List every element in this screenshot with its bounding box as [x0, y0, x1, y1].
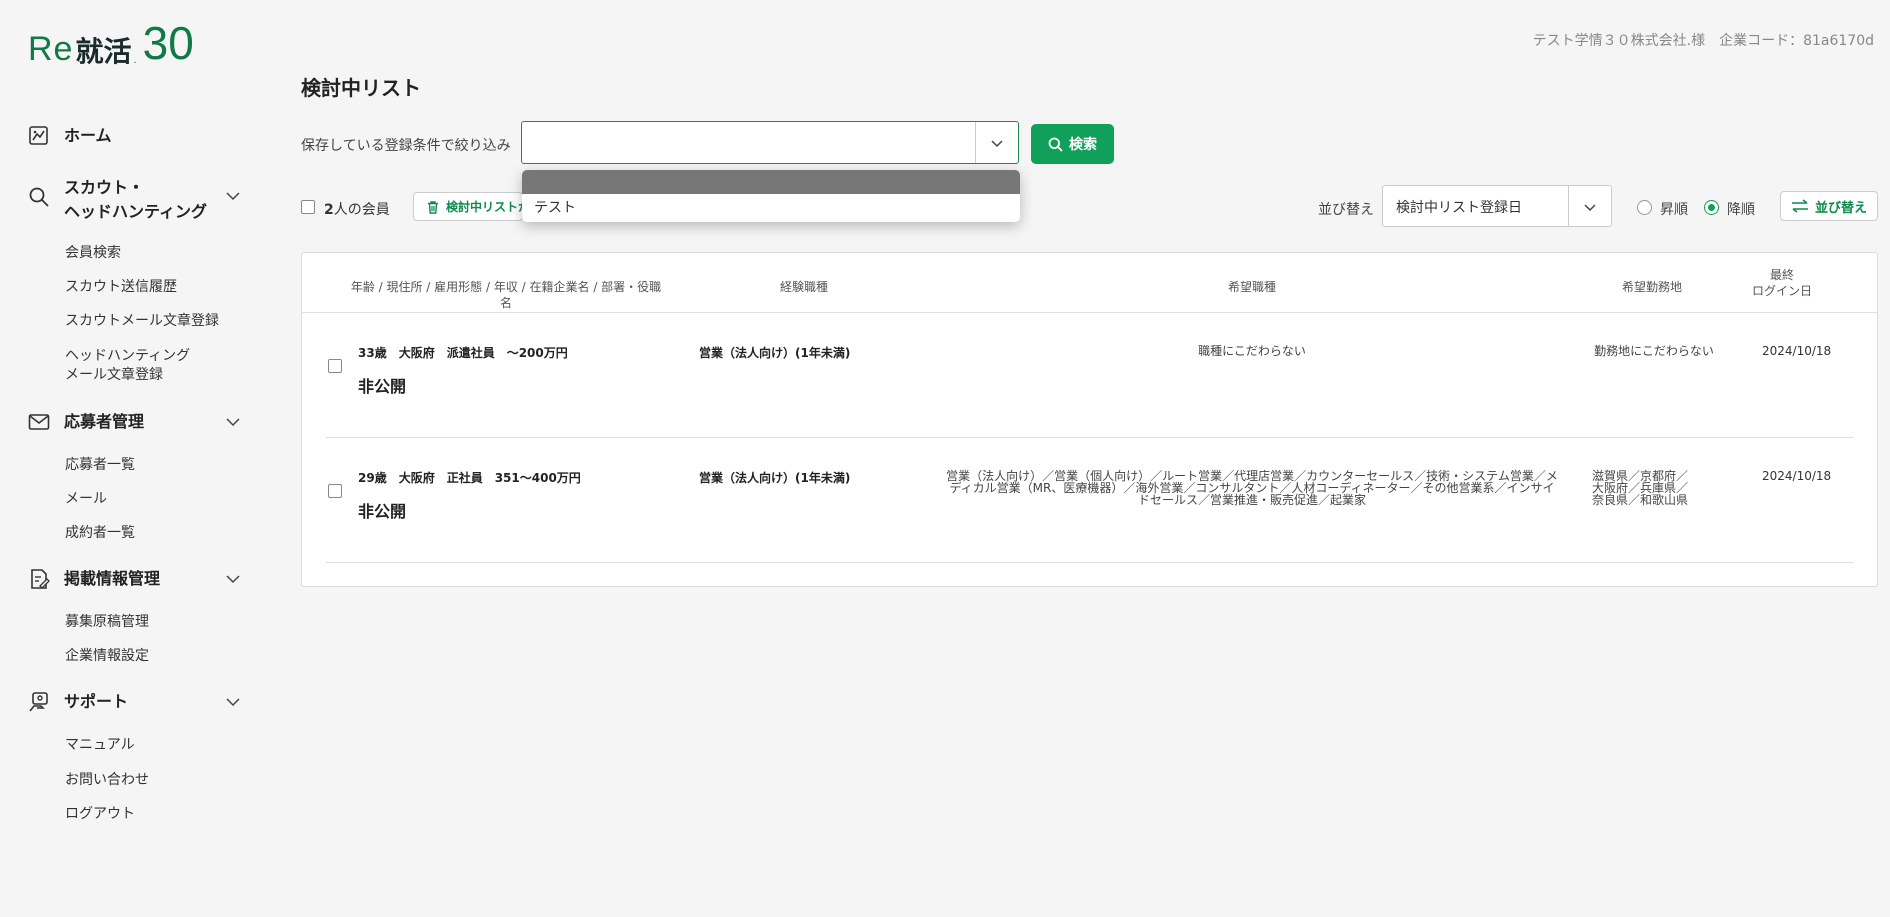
- chevron-down-icon[interactable]: [226, 572, 240, 586]
- row-checkbox[interactable]: [328, 484, 342, 498]
- header-profile: 年齢 / 現住所 / 雇用形態 / 年収 / 在籍企業名 / 部署・役職名: [350, 280, 662, 310]
- edit-document-icon: [31, 569, 50, 589]
- saved-condition-dropdown: テスト: [522, 170, 1020, 222]
- dropdown-option-empty[interactable]: [522, 170, 1020, 194]
- select-divider: [1568, 186, 1569, 226]
- row-last-login: 2024/10/18: [1762, 469, 1832, 483]
- sort-desc-label: 降順: [1727, 202, 1755, 218]
- row-desired-job: 職種にこだわらない: [1198, 344, 1306, 358]
- sidebar-item-mail[interactable]: メール: [65, 490, 225, 509]
- row-name[interactable]: 非公開: [358, 373, 406, 397]
- sidebar-item-headhunting-mail-template[interactable]: ヘッドハンティングメール文章登録: [65, 347, 193, 385]
- row-summary: 33歳 大阪府 派遣社員 ～200万円: [358, 346, 568, 360]
- saved-condition-select[interactable]: [521, 121, 1019, 164]
- sidebar-item-contact[interactable]: お問い合わせ: [65, 771, 225, 790]
- sidebar-item-company-settings[interactable]: 企業情報設定: [65, 647, 225, 666]
- sidebar-item-scout-mail-template[interactable]: スカウトメール文章登録: [65, 312, 225, 331]
- nav-listing[interactable]: 掲載情報管理: [28, 567, 240, 591]
- row-desired-location: 滋賀県／京都府／大阪府／兵庫県／奈良県／和歌山県: [1592, 469, 1689, 507]
- sidebar-item-applicant-list[interactable]: 応募者一覧: [65, 456, 225, 475]
- swap-arrows-icon: [1791, 199, 1808, 213]
- nav-listing-label: 掲載情報管理: [64, 569, 161, 588]
- nav-applicants-label: 応募者管理: [64, 412, 145, 431]
- sidebar-item-logout[interactable]: ログアウト: [65, 805, 225, 824]
- row-divider: [326, 437, 1853, 438]
- page-title: 検討中リスト: [301, 76, 421, 100]
- sort-asc-radio[interactable]: [1637, 200, 1652, 215]
- logo-kj: 就活: [75, 35, 132, 68]
- nav-support[interactable]: サポート: [28, 690, 240, 714]
- chevron-down-icon[interactable]: [1583, 200, 1597, 214]
- select-all-checkbox[interactable]: [301, 200, 315, 214]
- remove-from-list-button[interactable]: 検討中リストから削除: [413, 192, 523, 221]
- row-name[interactable]: 非公開: [358, 498, 406, 522]
- chevron-down-icon[interactable]: [226, 189, 240, 203]
- sort-label: 並び替え: [1318, 202, 1374, 218]
- row-desired-location: 勤務地にこだわらない: [1594, 344, 1714, 358]
- header-last-login-line1: 最終: [1769, 268, 1794, 282]
- header-desired-job: 希望職種: [1227, 280, 1276, 294]
- row-last-login: 2024/10/18: [1762, 344, 1832, 358]
- search-icon: [29, 187, 49, 207]
- sort-select-value: 検討中リスト登録日: [1396, 200, 1522, 216]
- select-divider: [975, 122, 976, 163]
- sidebar: Re 就活 . 30 ホーム スカウト・ ヘッドハンティング 会員検索 スカウト…: [2, 0, 272, 917]
- home-dashboard-icon: [29, 126, 48, 145]
- logo-re: Re: [28, 30, 74, 68]
- trash-icon: [428, 200, 438, 214]
- row-experience: 営業（法人向け）(1年未満): [699, 346, 851, 360]
- logo[interactable]: Re 就活 . 30: [28, 16, 194, 66]
- nav-scout-label-line2: ヘッドハンティング: [64, 202, 208, 221]
- remove-button-label: 検討中リストから削除: [446, 200, 522, 214]
- sort-desc-radio[interactable]: [1704, 200, 1719, 215]
- sidebar-item-contracted-list[interactable]: 成約者一覧: [65, 524, 225, 543]
- sidebar-item-recruitment-drafts[interactable]: 募集原稿管理: [65, 613, 225, 632]
- sidebar-item-member-search[interactable]: 会員検索: [65, 244, 225, 263]
- chevron-down-icon[interactable]: [990, 136, 1004, 150]
- header-last-login: 最終 ログイン日: [1742, 267, 1822, 299]
- nav-support-label: サポート: [64, 692, 129, 711]
- company-info: テスト学情３０株式会社.様 企業コード：81a6170d: [1532, 33, 1874, 49]
- logo-num: 30: [142, 17, 194, 69]
- filter-label: 保存している登録条件で絞り込み: [301, 138, 511, 154]
- members-count-label: 2人の会員: [324, 199, 390, 219]
- nav-scout[interactable]: スカウト・ ヘッドハンティング: [28, 176, 240, 224]
- sort-asc-label: 昇順: [1660, 202, 1688, 218]
- header-desired-location: 希望勤務地: [1621, 280, 1682, 294]
- header-divider: [302, 312, 1877, 313]
- header-last-login-line2: ログイン日: [1751, 284, 1812, 298]
- search-button[interactable]: 検索: [1031, 124, 1114, 164]
- nav-home-label: ホーム: [64, 126, 112, 145]
- chevron-down-icon[interactable]: [226, 415, 240, 429]
- search-icon: [1048, 137, 1063, 152]
- candidate-table: 年齢 / 現住所 / 雇用形態 / 年収 / 在籍企業名 / 部署・役職名 経験…: [301, 252, 1878, 587]
- nav-applicants[interactable]: 応募者管理: [28, 410, 240, 434]
- mail-icon: [28, 414, 50, 430]
- sidebar-item-scout-history[interactable]: スカウト送信履歴: [65, 278, 225, 297]
- dropdown-option-test[interactable]: テスト: [522, 194, 1020, 222]
- members-count: 2: [324, 202, 334, 218]
- support-icon: [29, 692, 48, 712]
- header-experience: 経験職種: [779, 280, 828, 294]
- row-divider: [326, 562, 1853, 563]
- nav-scout-label: スカウト・ ヘッドハンティング: [64, 176, 226, 224]
- sidebar-item-manual[interactable]: マニュアル: [65, 736, 225, 755]
- row-summary: 29歳 大阪府 正社員 351～400万円: [358, 471, 581, 485]
- sort-select[interactable]: 検討中リスト登録日: [1382, 185, 1612, 227]
- sort-button-label: 並び替え: [1814, 200, 1867, 216]
- row-checkbox[interactable]: [328, 359, 342, 373]
- search-button-label: 検索: [1069, 137, 1097, 153]
- app-frame: Re 就活 . 30 ホーム スカウト・ ヘッドハンティング 会員検索 スカウト…: [2, 0, 1888, 917]
- logo-dot: .: [133, 55, 137, 66]
- row-experience: 営業（法人向け）(1年未満): [699, 471, 851, 485]
- row-desired-job: 営業（法人向け）／営業（個人向け）／ルート営業／代理店営業／カウンターセールス／…: [946, 469, 1558, 507]
- sort-button[interactable]: 並び替え: [1780, 191, 1878, 221]
- members-suffix: 人の会員: [333, 202, 390, 218]
- nav-scout-label-line1: スカウト・: [64, 178, 145, 197]
- nav-home[interactable]: ホーム: [28, 124, 240, 148]
- chevron-down-icon[interactable]: [226, 695, 240, 709]
